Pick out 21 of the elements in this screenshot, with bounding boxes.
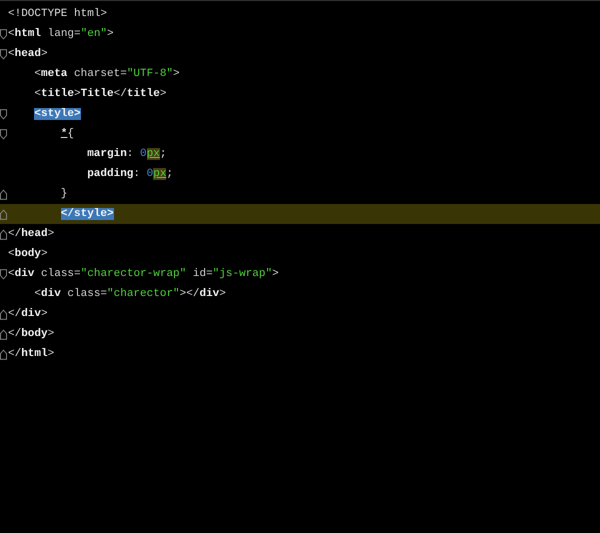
code-line: </body>: [8, 327, 54, 342]
code-line: <head>: [8, 47, 48, 62]
code-line: <meta charset="UTF-8">: [34, 67, 180, 82]
fold-icon[interactable]: [0, 128, 7, 140]
code-line: <div class="charector"></div>: [34, 287, 226, 302]
fold-icon[interactable]: [0, 48, 7, 60]
code-line: <html lang="en">: [8, 27, 114, 42]
code-line: </head>: [8, 227, 54, 242]
code-line: </html>: [8, 347, 54, 362]
code-line: *{: [60, 127, 74, 142]
fold-icon[interactable]: [0, 268, 7, 280]
code-line: <!DOCTYPE html>: [8, 7, 108, 22]
fold-icon[interactable]: [0, 28, 7, 40]
code-line: <title>Title</title>: [34, 87, 166, 102]
code-line: margin: 0px;: [87, 147, 166, 162]
code-line: </div>: [8, 307, 48, 322]
code-line: padding: 0px;: [87, 167, 174, 182]
code-line: <div class="charector-wrap" id="js-wrap">: [8, 267, 279, 282]
code-line: }: [60, 187, 68, 202]
fold-icon[interactable]: [0, 108, 7, 120]
code-line: <body>: [8, 247, 48, 262]
